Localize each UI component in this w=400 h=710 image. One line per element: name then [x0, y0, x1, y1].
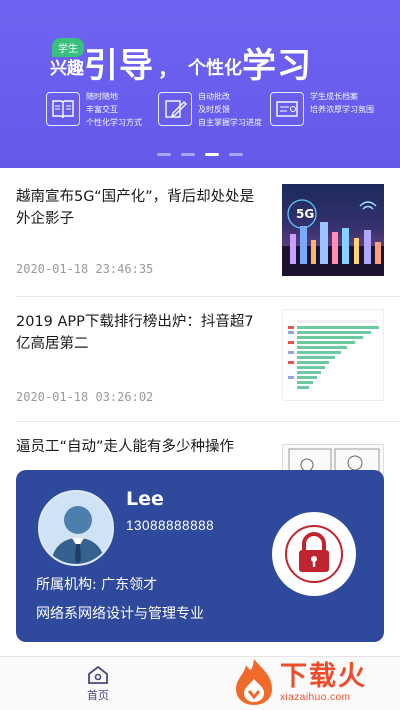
news-title: 越南宣布5G“国产化”，背后却处处是外企影子	[16, 189, 255, 227]
headline-part3: ，	[158, 57, 178, 81]
profile-card: Lee 13088888888 所属机构: 广东领才 网络系网络设计与管理专业	[16, 470, 384, 642]
nav-home[interactable]: 首页	[78, 665, 118, 703]
carousel-dot[interactable]	[181, 153, 195, 156]
feature-1-line-1: 随时随地	[86, 92, 118, 101]
carousel-dot[interactable]	[229, 153, 243, 156]
user-major: 网络系网络设计与管理专业	[36, 606, 204, 622]
headline-part5: 学习	[242, 46, 312, 86]
carousel-dot-active[interactable]	[205, 153, 219, 156]
news-item[interactable]: 越南宣布5G“国产化”，背后却处处是外企影子 2020-01-18 23:46:…	[0, 168, 400, 296]
banner-feature-1: 随时随地 丰富交互 个性化学习方式	[46, 90, 142, 129]
feature-1-line-2: 丰富交互	[86, 105, 118, 114]
news-title: 逼员工“自动”走人能有多少种操作	[16, 439, 235, 455]
user-name: Lee	[126, 488, 164, 510]
archive-icon	[270, 92, 304, 126]
flame-logo-icon	[236, 659, 272, 705]
watermark: 下载火 xiazaihuo.com	[232, 654, 400, 710]
promo-banner[interactable]: 学生 兴趣 引导 ， 个性化 学习 随时随地 丰富交互 个性化学习方式 自动批改…	[0, 0, 400, 168]
lock-icon	[285, 525, 343, 583]
news-item[interactable]: 逼员工“自动”走人能有多少种操作	[0, 422, 400, 492]
banner-headline: 兴趣 引导 ， 个性化 学习	[50, 46, 312, 86]
carousel-dot[interactable]	[157, 153, 171, 156]
banner-feature-3: 学生成长档案 培养浓厚学习氛围	[270, 90, 374, 126]
feature-2-line-2: 及时反馈	[198, 105, 230, 114]
thumb-5g-label: 5G	[296, 207, 314, 221]
avatar[interactable]	[38, 490, 114, 566]
nav-home-label: 首页	[87, 689, 109, 702]
feature-3-line-1: 学生成长档案	[310, 92, 358, 101]
feature-1-line-3: 个性化学习方式	[86, 118, 142, 127]
news-thumbnail	[282, 309, 384, 401]
watermark-sub: xiazaihuo.com	[280, 691, 351, 703]
news-title: 2019 APP下载排行榜出炉：抖音超7亿高居第二	[16, 314, 254, 352]
headline-part2: 引导	[84, 46, 154, 86]
feature-3-line-2: 培养浓厚学习氛围	[310, 105, 374, 114]
user-organization: 所属机构: 广东领才	[36, 577, 158, 593]
carousel-dots[interactable]	[0, 153, 400, 156]
news-time: 2020-01-18 03:26:02	[16, 390, 154, 404]
unlock-button[interactable]	[272, 512, 356, 596]
user-phone: 13088888888	[126, 518, 215, 533]
headline-part1: 兴趣	[50, 59, 84, 79]
news-item[interactable]: 2019 APP下载排行榜出炉：抖音超7亿高居第二 2020-01-18 03:…	[0, 297, 400, 421]
book-icon	[46, 92, 80, 126]
edit-icon	[158, 92, 192, 126]
feature-2-line-1: 自动批改	[198, 92, 230, 101]
banner-feature-2: 自动批改 及时反馈 自主掌握学习进度	[158, 90, 262, 129]
home-icon	[88, 665, 108, 684]
news-thumbnail: 5G	[282, 184, 384, 276]
feature-2-line-3: 自主掌握学习进度	[198, 118, 262, 127]
headline-part4: 个性化	[188, 58, 242, 79]
watermark-main: 下载火	[280, 660, 367, 692]
news-time: 2020-01-18 23:46:35	[16, 262, 154, 276]
